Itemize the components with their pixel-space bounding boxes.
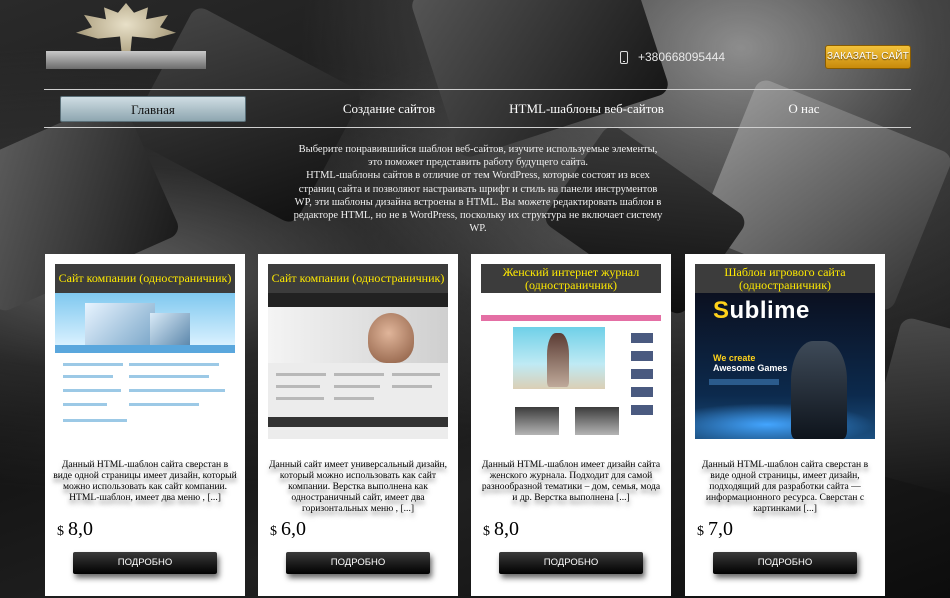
tagline-line: Awesome Games xyxy=(713,363,788,373)
card-price: $7,0 xyxy=(697,518,733,541)
preview-line xyxy=(63,375,113,378)
preview-side-item xyxy=(631,387,653,397)
preview-model xyxy=(547,333,569,387)
preview-line xyxy=(392,385,432,388)
card-thumbnail[interactable] xyxy=(481,293,661,439)
template-card: Женский интернет журнал (одностраничник)… xyxy=(471,254,671,596)
preview-line xyxy=(392,373,440,376)
preview-thumb xyxy=(575,407,619,435)
preview-glow xyxy=(695,403,875,439)
intro-line: страниц сайта и позволяют настраивать шр… xyxy=(298,183,658,195)
card-title[interactable]: Сайт компании (одностраничник) xyxy=(268,264,448,293)
game-site-preview: Sublime We create Awesome Games xyxy=(695,293,875,439)
card-thumbnail[interactable]: Sublime We create Awesome Games xyxy=(695,293,875,439)
intro-line: WP. xyxy=(469,223,487,235)
company-site-preview xyxy=(55,293,235,439)
preview-menu xyxy=(709,379,779,385)
preview-side-item xyxy=(631,369,653,379)
currency-symbol: $ xyxy=(57,524,64,539)
intro-line: редакторе HTML, но не в WordPress, поско… xyxy=(293,210,663,222)
preview-line xyxy=(276,385,320,388)
template-card: Шаблон игрового сайта (одностраничник) S… xyxy=(685,254,885,596)
preview-building xyxy=(85,303,155,345)
preview-line xyxy=(334,373,384,376)
preview-line xyxy=(63,389,121,392)
preview-person xyxy=(368,313,414,363)
card-title[interactable]: Женский интернет журнал (одностраничник) xyxy=(481,264,661,293)
card-thumbnail[interactable] xyxy=(268,293,448,439)
intro-line: это поможет представить работу будущего … xyxy=(367,157,589,169)
card-price: $8,0 xyxy=(57,518,93,541)
header-phone: +380668095444 xyxy=(620,50,725,64)
details-button[interactable]: ПОДРОБНО xyxy=(713,552,857,574)
preview-line xyxy=(129,363,219,366)
preview-side-item xyxy=(631,405,653,415)
preview-line xyxy=(129,375,209,378)
site-logo[interactable] xyxy=(46,3,206,71)
card-price: $8,0 xyxy=(483,518,519,541)
details-button[interactable]: ПОДРОБНО xyxy=(499,552,643,574)
card-description: Данный HTML-шаблон сайта сверстан в виде… xyxy=(701,459,869,514)
maple-leaf-icon xyxy=(76,3,176,57)
currency-symbol: $ xyxy=(697,524,704,539)
preview-soldier xyxy=(791,341,847,439)
order-site-button[interactable]: ЗАКАЗАТЬ САЙТ xyxy=(825,45,911,69)
card-title[interactable]: Сайт компании (одностраничник) xyxy=(55,264,235,293)
preview-footer-bar xyxy=(268,417,448,427)
preview-line xyxy=(276,397,324,400)
card-description: Данный сайт имеет универсальный дизайн, … xyxy=(268,459,448,514)
details-button[interactable]: ПОДРОБНО xyxy=(73,552,217,574)
preview-side-item xyxy=(631,333,653,343)
nav-item-home[interactable]: Главная xyxy=(60,96,246,122)
preview-line xyxy=(63,419,127,422)
main-nav: Главная Создание сайтов HTML-шаблоны веб… xyxy=(44,89,911,128)
card-price: $6,0 xyxy=(270,518,306,541)
preview-line xyxy=(63,363,123,366)
card-thumbnail[interactable] xyxy=(55,293,235,439)
business-site-preview xyxy=(268,293,448,439)
phone-number: +380668095444 xyxy=(638,50,726,64)
logo-bar xyxy=(46,51,206,69)
preview-line xyxy=(276,373,326,376)
currency-symbol: $ xyxy=(270,524,277,539)
intro-line: WP, эти шаблоны дизайна встроены в HTML.… xyxy=(294,196,662,208)
mobile-phone-icon xyxy=(620,50,628,64)
preview-line xyxy=(334,397,374,400)
brand-rest: ublime xyxy=(729,297,810,324)
preview-nav xyxy=(55,345,235,353)
card-description: Данный HTML-шаблон сайта сверстан в виде… xyxy=(53,459,237,503)
price-value: 8,0 xyxy=(494,518,519,540)
nav-item-site-creation[interactable]: Создание сайтов xyxy=(304,96,474,122)
preview-line xyxy=(129,403,199,406)
intro-text: Выберите понравившийся шаблон веб-сайтов… xyxy=(278,143,678,235)
template-card: Сайт компании (одностраничник) Данный са… xyxy=(258,254,458,596)
preview-building xyxy=(150,313,190,345)
template-card: Сайт компании (одностраничник) Данный HT… xyxy=(45,254,245,596)
brand-first-letter: S xyxy=(713,297,730,324)
preview-nav xyxy=(481,315,661,321)
intro-line: Выберите понравившийся шаблон веб-сайтов… xyxy=(298,144,658,155)
details-button[interactable]: ПОДРОБНО xyxy=(286,552,430,574)
preview-topbar xyxy=(268,293,448,307)
tagline-line: We create xyxy=(713,353,756,363)
preview-brand: Sublime xyxy=(713,297,810,325)
currency-symbol: $ xyxy=(483,524,490,539)
card-title[interactable]: Шаблон игрового сайта (одностраничник) xyxy=(695,264,875,293)
preview-line xyxy=(63,403,107,406)
intro-line: HTML-шаблоны сайтов в отличие от тем Wor… xyxy=(306,170,650,182)
nav-item-html-templates[interactable]: HTML-шаблоны веб-сайтов xyxy=(499,96,674,122)
nav-item-about[interactable]: О нас xyxy=(744,96,864,122)
preview-thumb xyxy=(515,407,559,435)
card-description: Данный HTML-шаблон имеет дизайн сайта же… xyxy=(481,459,661,503)
preview-side-item xyxy=(631,351,653,361)
women-magazine-preview xyxy=(481,293,661,439)
preview-line xyxy=(129,389,225,392)
preview-line xyxy=(334,385,380,388)
preview-hero xyxy=(268,307,448,363)
price-value: 8,0 xyxy=(68,518,93,540)
price-value: 7,0 xyxy=(708,518,733,540)
price-value: 6,0 xyxy=(281,518,306,540)
preview-tagline: We create Awesome Games xyxy=(713,353,787,373)
background-cube xyxy=(409,0,671,160)
